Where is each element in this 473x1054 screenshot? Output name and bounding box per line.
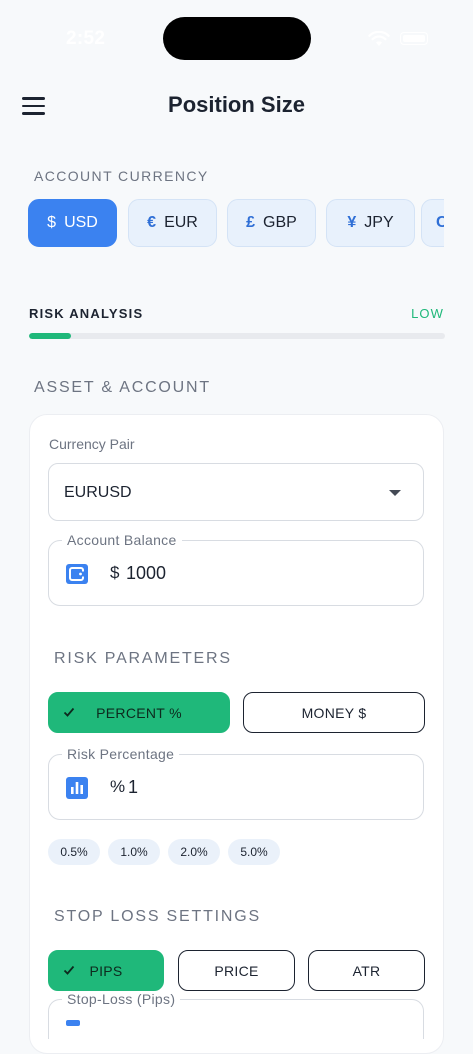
asset-account-label: ASSET & ACCOUNT — [34, 379, 211, 396]
pips-toggle[interactable]: PIPS — [48, 950, 164, 991]
money-toggle[interactable]: MONEY $ — [243, 692, 425, 733]
money-toggle-label: MONEY $ — [301, 704, 367, 721]
percent-toggle[interactable]: PERCENT % — [48, 692, 230, 733]
battery-icon — [400, 32, 428, 45]
check-icon — [63, 965, 75, 975]
currency-pair-value: EURUSD — [64, 484, 132, 501]
euro-icon: € — [147, 214, 157, 231]
check-icon — [63, 707, 75, 717]
caret-down-icon — [389, 490, 401, 496]
risk-analysis-label: RISK ANALYSIS — [29, 306, 144, 321]
risk-parameters-label: RISK PARAMETERS — [54, 650, 232, 667]
currency-chip-label: USD — [64, 214, 98, 231]
currency-chip-eur[interactable]: € EUR — [128, 199, 217, 247]
balance-value: 1000 — [126, 563, 167, 583]
account-balance-label: Account Balance — [62, 532, 182, 548]
currency-chip-gbp[interactable]: £ GBP — [227, 199, 316, 247]
currency-chip-usd[interactable]: $ USD — [28, 199, 117, 247]
yen-icon: ¥ — [347, 214, 357, 231]
risk-percentage-label: Risk Percentage — [62, 746, 180, 762]
currency-chip-label: JPY — [364, 214, 394, 231]
bar-chart-icon — [66, 777, 88, 799]
currency-pair-select[interactable]: EURUSD — [48, 463, 424, 521]
atr-toggle-label: ATR — [352, 962, 381, 979]
currency-chip-partial[interactable]: C — [421, 199, 444, 247]
status-time: 2:52 — [66, 28, 106, 49]
preset-pill[interactable]: 0.5% — [48, 839, 100, 865]
wallet-icon — [66, 564, 88, 584]
atr-toggle[interactable]: ATR — [308, 950, 425, 991]
risk-pct-value: 1 — [128, 777, 139, 797]
risk-level-badge: LOW — [411, 306, 444, 321]
currency-chip-label: EUR — [164, 214, 198, 231]
currency-pair-label: Currency Pair — [49, 436, 135, 452]
account-currency-label: ACCOUNT CURRENCY — [34, 168, 209, 184]
currency-chip-label: GBP — [263, 214, 297, 231]
stop-loss-pips-label: Stop-Loss (Pips) — [62, 991, 181, 1007]
page-title: Position Size — [168, 92, 305, 117]
field-icon — [66, 1020, 80, 1026]
wifi-icon — [368, 31, 390, 46]
stop-loss-label: STOP LOSS SETTINGS — [54, 908, 261, 925]
dollar-icon: $ — [47, 214, 57, 231]
preset-pill[interactable]: 1.0% — [108, 839, 160, 865]
preset-pill[interactable]: 2.0% — [168, 839, 220, 865]
stop-loss-pips-field[interactable]: Stop-Loss (Pips) — [48, 991, 424, 1039]
status-bar: 2:52 — [0, 0, 473, 70]
price-toggle-label: PRICE — [214, 962, 259, 979]
risk-meter — [29, 333, 445, 339]
currency-chip-jpy[interactable]: ¥ JPY — [326, 199, 415, 247]
balance-prefix: $ — [110, 563, 120, 582]
pips-toggle-label: PIPS — [89, 962, 123, 979]
percent-toggle-label: PERCENT % — [96, 704, 182, 721]
pound-icon: £ — [246, 214, 256, 231]
price-toggle[interactable]: PRICE — [178, 950, 295, 991]
risk-meter-fill — [29, 333, 71, 339]
risk-percentage-field[interactable]: Risk Percentage % 1 — [48, 746, 424, 820]
account-balance-field[interactable]: Account Balance $ 1000 — [48, 532, 424, 606]
currency-chip-row[interactable]: $ USD € EUR £ GBP ¥ JPY C — [28, 199, 444, 249]
currency-symbol-icon: C — [436, 214, 444, 231]
dynamic-island — [163, 17, 311, 60]
risk-pct-prefix: % — [110, 777, 126, 796]
preset-pill[interactable]: 5.0% — [228, 839, 280, 865]
